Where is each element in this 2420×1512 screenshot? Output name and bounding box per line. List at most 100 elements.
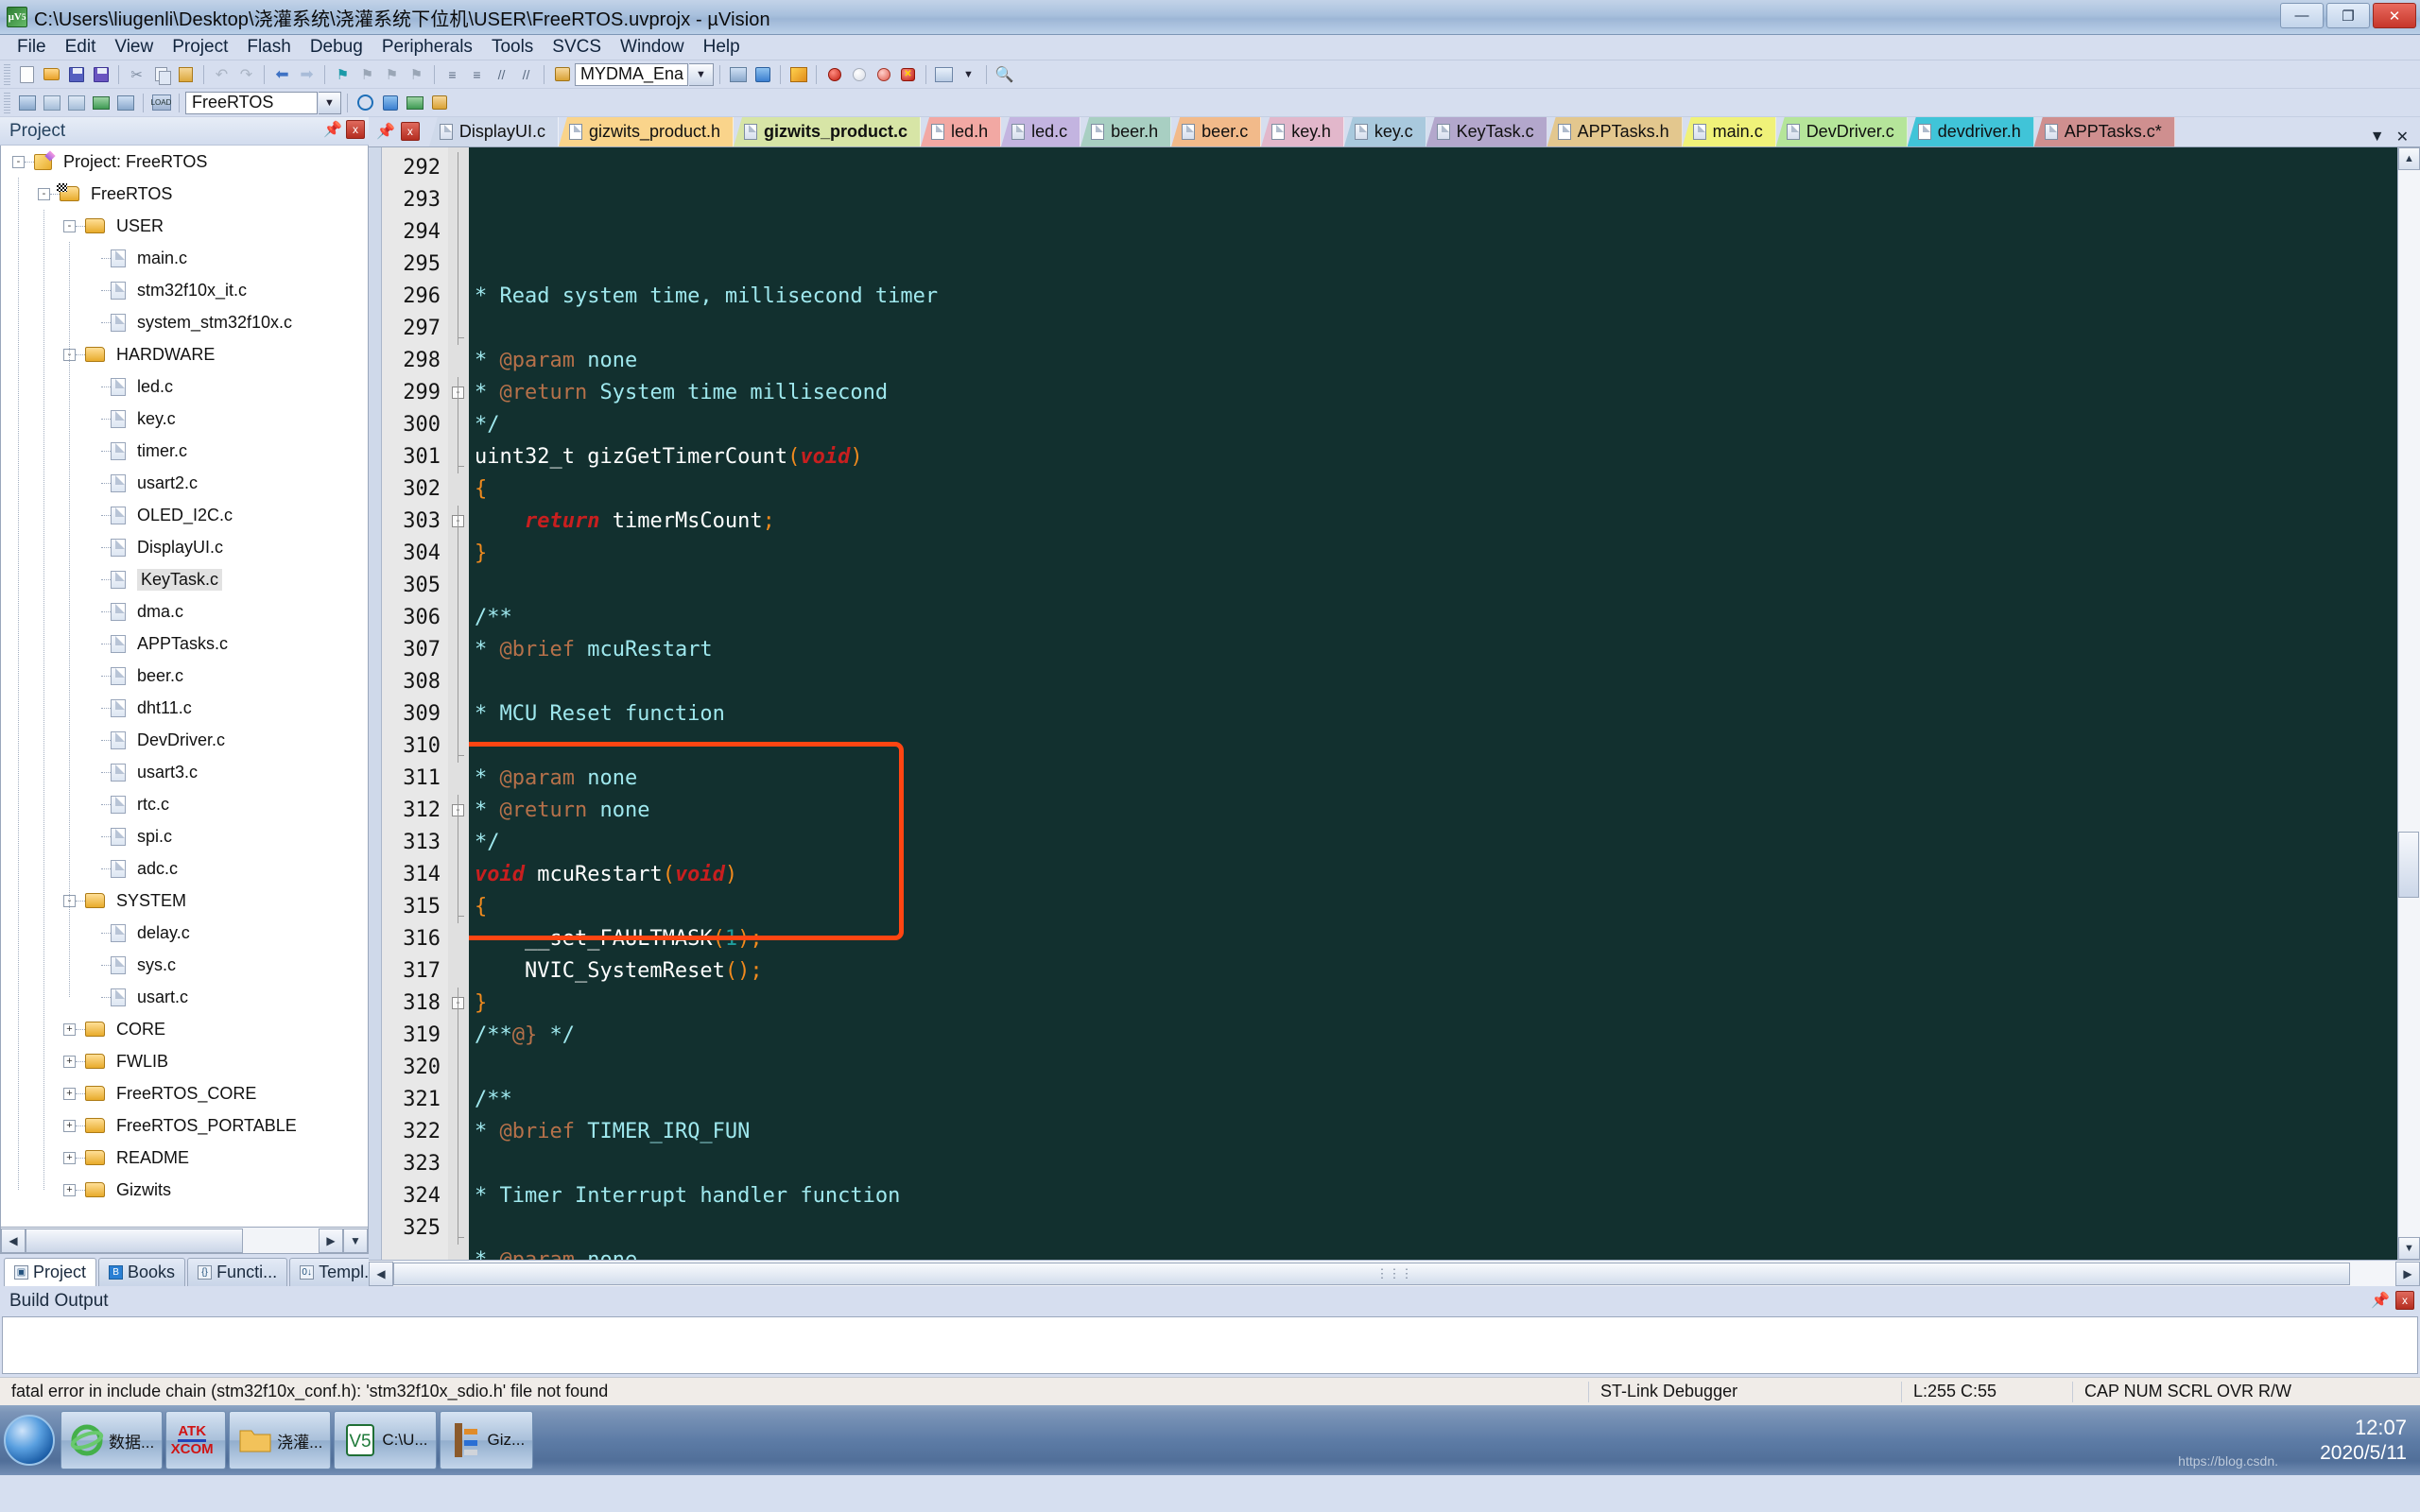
undo-button[interactable]: ↶ <box>210 62 233 86</box>
paste-button[interactable] <box>174 62 198 86</box>
window-layout-dropdown[interactable]: ▼ <box>957 62 980 86</box>
taskbar-item-gizwits[interactable]: Giz... <box>439 1411 534 1469</box>
menu-project[interactable]: Project <box>163 35 237 60</box>
tree-item-led-c[interactable]: led.c <box>1 370 368 403</box>
insert-breakpoint-button[interactable] <box>822 62 846 86</box>
chevron-down-icon[interactable]: ▼ <box>2370 129 2385 146</box>
editor-tab-beer-h[interactable]: beer.h <box>1080 117 1172 146</box>
download-button[interactable] <box>751 62 774 86</box>
menu-window[interactable]: Window <box>611 35 694 60</box>
hscroll-thumb[interactable] <box>393 1262 2350 1285</box>
maximize-button[interactable]: ❐ <box>2326 3 2370 28</box>
hscroll-track[interactable] <box>26 1228 319 1253</box>
tree-item-readme[interactable]: + README <box>1 1142 368 1174</box>
tree-item-freertos-portable[interactable]: + FreeRTOS_PORTABLE <box>1 1109 368 1142</box>
uncomment-button[interactable]: // <box>514 62 538 86</box>
tree-item-key-c[interactable]: key.c <box>1 403 368 435</box>
scroll-left-arrow-icon[interactable]: ◀ <box>1 1228 26 1253</box>
menu-help[interactable]: Help <box>694 35 750 60</box>
vscroll-track[interactable] <box>2398 170 2420 1237</box>
editor-hscrollbar[interactable]: ◀ ⋮⋮⋮ ▶ <box>369 1260 2420 1286</box>
tree-item-beer-c[interactable]: beer.c <box>1 660 368 692</box>
scroll-down-arrow-icon[interactable]: ▼ <box>2398 1237 2420 1260</box>
expand-expander-icon[interactable]: + <box>63 1055 76 1068</box>
windows-start-icon[interactable] <box>4 1415 55 1466</box>
pin-icon[interactable]: 📌 <box>376 122 395 141</box>
pin-icon[interactable]: 📌 <box>323 120 342 139</box>
toolbar-grip[interactable] <box>4 92 10 113</box>
tree-item-project-freertos[interactable]: - Project: FreeRTOS <box>1 146 368 178</box>
batch-build-button[interactable] <box>89 91 112 114</box>
project-target-field[interactable]: FreeRTOS <box>185 91 318 114</box>
build-output-text[interactable] <box>2 1316 2418 1374</box>
menu-flash[interactable]: Flash <box>237 35 300 60</box>
editor-tab-beer-c[interactable]: beer.c <box>1171 117 1262 146</box>
menu-view[interactable]: View <box>105 35 163 60</box>
download-flash-button[interactable]: LOAD <box>149 91 173 114</box>
close-button[interactable]: ✕ <box>2373 3 2416 28</box>
expand-expander-icon[interactable]: + <box>63 1022 76 1036</box>
taskbar-item-browser[interactable]: 数据... <box>60 1411 164 1469</box>
editor-tab-gizwits-product-h[interactable]: gizwits_product.h <box>558 117 735 146</box>
code-editor[interactable]: 292 293 294 295 296 297 298 299 300 301 302 303 304 3… <box>369 147 2420 1260</box>
tree-item-usart-c[interactable]: usart.c <box>1 981 368 1013</box>
hscroll-track[interactable]: ⋮⋮⋮ <box>393 1261 2395 1286</box>
tab-books[interactable]: B Books <box>98 1258 186 1286</box>
taskbar-clock[interactable]: 12:07 2020/5/11 <box>2320 1415 2420 1466</box>
disable-all-breakpoints-button[interactable] <box>872 62 895 86</box>
outdent-button[interactable]: ≡ <box>465 62 489 86</box>
tab-functions[interactable]: {} Functi... <box>187 1258 288 1286</box>
indent-button[interactable]: ≡ <box>441 62 464 86</box>
scroll-right-arrow-icon[interactable]: ▶ <box>319 1228 343 1253</box>
tree-item-freertos-core[interactable]: + FreeRTOS_CORE <box>1 1077 368 1109</box>
code-text-area[interactable]: * Read system time, millisecond timer * … <box>469 147 2397 1260</box>
menu-edit[interactable]: Edit <box>56 35 106 60</box>
editor-tab-keytask-c[interactable]: KeyTask.c <box>1426 117 1547 146</box>
editor-pane-close-button[interactable]: x <box>400 122 420 141</box>
hscroll-thumb[interactable] <box>26 1228 243 1253</box>
tree-item-dht11-c[interactable]: dht11.c <box>1 692 368 724</box>
project-pane-close-button[interactable]: x <box>346 120 365 139</box>
redo-button[interactable]: ↷ <box>234 62 258 86</box>
tree-item-spi-c[interactable]: spi.c <box>1 820 368 852</box>
open-file-button[interactable] <box>40 62 63 86</box>
tab-project[interactable]: ▣ Project <box>4 1258 97 1286</box>
tree-item-hardware[interactable]: - HARDWARE <box>1 338 368 370</box>
new-file-button[interactable] <box>15 62 39 86</box>
toolbar-grip[interactable] <box>4 63 10 85</box>
expand-expander-icon[interactable]: + <box>63 1119 76 1132</box>
configure-button[interactable]: 🔍 <box>993 62 1016 86</box>
expand-expander-icon[interactable]: + <box>63 1151 76 1164</box>
close-icon[interactable]: ✕ <box>2396 128 2409 146</box>
editor-tab-apptasks-h[interactable]: APPTasks.h <box>1547 117 1683 146</box>
tree-item-fwlib[interactable]: + FWLIB <box>1 1045 368 1077</box>
clear-bookmarks-button[interactable]: ⚑ <box>405 62 428 86</box>
tree-item-timer-c[interactable]: timer.c <box>1 435 368 467</box>
expand-expander-icon[interactable]: + <box>63 1183 76 1196</box>
editor-tab-displayui-c[interactable]: DisplayUI.c <box>428 117 559 146</box>
expand-expander-icon[interactable]: + <box>63 1087 76 1100</box>
menu-svcs[interactable]: SVCS <box>543 35 611 60</box>
editor-tab-led-h[interactable]: led.h <box>921 117 1002 146</box>
tree-item-keytask-c[interactable]: KeyTask.c <box>1 563 368 595</box>
collapse-expander-icon[interactable]: - <box>63 219 76 232</box>
debug-start-button[interactable] <box>786 62 810 86</box>
vscroll-thumb[interactable] <box>2398 832 2419 898</box>
pack-installer-button[interactable] <box>403 91 426 114</box>
collapse-expander-icon[interactable]: - <box>38 187 50 200</box>
multi-project-button[interactable] <box>427 91 451 114</box>
project-tree-hscrollbar[interactable]: ◀ ▶ ▼ <box>0 1228 369 1254</box>
tree-item-system[interactable]: - SYSTEM <box>1 885 368 917</box>
menu-tools[interactable]: Tools <box>482 35 543 60</box>
scroll-up-arrow-icon[interactable]: ▲ <box>2398 147 2420 170</box>
editor-tab-devdriver-c[interactable]: DevDriver.c <box>1775 117 1908 146</box>
tree-item-user[interactable]: - USER <box>1 210 368 242</box>
project-target-dropdown[interactable]: ▼ <box>319 91 341 114</box>
tree-item-rtc-c[interactable]: rtc.c <box>1 788 368 820</box>
build-output-close-button[interactable]: x <box>2395 1291 2414 1310</box>
scroll-down-arrow-icon[interactable]: ▼ <box>343 1228 368 1253</box>
editor-tab-key-c[interactable]: key.c <box>1343 117 1426 146</box>
collapse-expander-icon[interactable]: - <box>12 155 25 168</box>
menu-peripherals[interactable]: Peripherals <box>372 35 482 60</box>
editor-tab-led-c[interactable]: led.c <box>1001 117 1081 146</box>
